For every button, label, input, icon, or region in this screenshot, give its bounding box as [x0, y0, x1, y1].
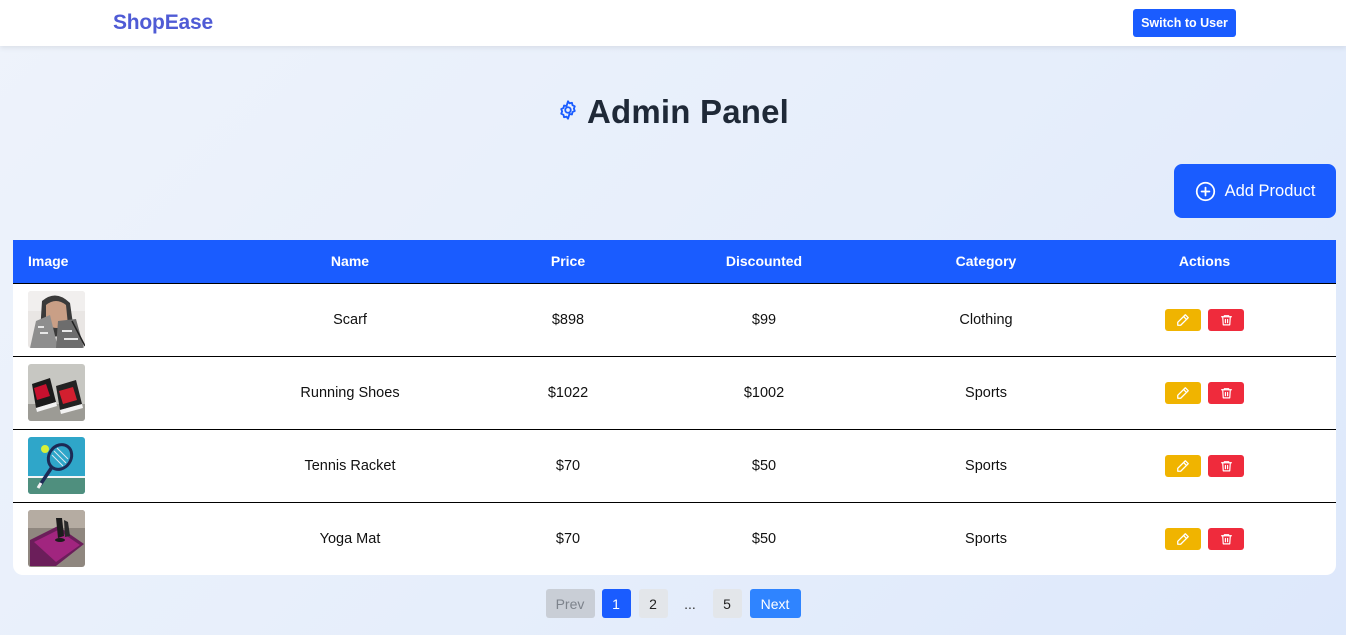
cell-price: $70	[555, 530, 581, 547]
add-product-label: Add Product	[1224, 181, 1316, 200]
cell-discounted: $50	[629, 429, 899, 503]
cell-category: Clothing	[899, 283, 1073, 357]
cell-name: Running Shoes	[193, 356, 507, 430]
scarf-image	[28, 291, 85, 348]
page-button-1[interactable]: 1	[601, 589, 631, 618]
trash-icon	[1220, 314, 1232, 325]
pencil-icon	[1177, 459, 1189, 472]
header-category: Category	[899, 240, 1073, 284]
cell-category: Sports	[965, 530, 1007, 547]
edit-button[interactable]	[1165, 381, 1201, 404]
page-header: Admin Panel	[0, 90, 1346, 134]
row-actions	[1073, 454, 1336, 477]
brand-logo[interactable]: ShopEase	[113, 11, 213, 35]
cell-name: Yoga Mat	[319, 530, 381, 547]
plus-circle-icon	[1195, 181, 1216, 202]
cell-price: $898	[507, 283, 629, 357]
tennis-racket-image	[28, 437, 85, 494]
header-price: Price	[507, 240, 629, 284]
page-ellipsis: ...	[684, 595, 696, 612]
row-actions	[1073, 308, 1336, 331]
trash-icon	[1220, 460, 1232, 471]
switch-to-user-button[interactable]: Switch to User	[1133, 9, 1236, 37]
delete-button[interactable]	[1208, 381, 1244, 404]
header-actions: Actions	[1073, 240, 1336, 284]
header-image: Image	[13, 240, 193, 284]
edit-button[interactable]	[1165, 308, 1201, 331]
products-table-card: Image Name Price Discounted Category Act…	[13, 240, 1336, 575]
cell-name: Scarf	[193, 283, 507, 357]
add-product-button[interactable]: Add Product	[1174, 164, 1336, 218]
header-name: Name	[193, 240, 507, 284]
running-shoes-image	[28, 364, 85, 421]
page-title: Admin Panel	[586, 93, 790, 130]
pagination: Prev 1 2 ... 5 Next	[0, 589, 1346, 618]
cell-price: $1022	[507, 356, 629, 430]
delete-button[interactable]	[1208, 527, 1244, 550]
cell-price: $70	[507, 429, 629, 503]
edit-button[interactable]	[1165, 527, 1201, 550]
products-table: Image Name Price Discounted Category Act…	[13, 240, 1336, 575]
cell-name: Tennis Racket	[193, 429, 507, 503]
top-navbar: ShopEase Switch to User	[0, 0, 1346, 46]
header-discounted: Discounted	[629, 240, 899, 284]
gear-icon	[557, 99, 579, 121]
delete-button[interactable]	[1208, 454, 1244, 477]
pencil-icon	[1177, 386, 1189, 399]
table-row: Scarf $898 $99 Clothing	[13, 283, 1336, 357]
yoga-mat-image	[28, 510, 85, 568]
row-actions	[1073, 381, 1336, 404]
cell-discounted: $99	[629, 283, 899, 357]
pencil-icon	[1177, 532, 1189, 545]
table-row: Running Shoes $1022 $1002 Sports	[13, 356, 1336, 430]
row-actions	[1073, 527, 1336, 550]
trash-icon	[1220, 533, 1232, 545]
page-button-5[interactable]: 5	[712, 589, 742, 618]
cell-category: Sports	[899, 429, 1073, 503]
pencil-icon	[1177, 313, 1189, 326]
next-page-button[interactable]: Next	[749, 589, 801, 618]
cell-discounted: $50	[751, 530, 777, 547]
table-row: Yoga Mat $70 $50 Sports	[13, 502, 1336, 575]
cell-discounted: $1002	[629, 356, 899, 430]
trash-icon	[1220, 387, 1232, 398]
table-row: Tennis Racket $70 $50 Sports	[13, 429, 1336, 503]
cell-category: Sports	[899, 356, 1073, 430]
prev-page-button[interactable]: Prev	[545, 589, 595, 618]
table-header-row: Image Name Price Discounted Category Act…	[13, 240, 1336, 284]
delete-button[interactable]	[1208, 308, 1244, 331]
edit-button[interactable]	[1165, 454, 1201, 477]
page-button-2[interactable]: 2	[638, 589, 668, 618]
